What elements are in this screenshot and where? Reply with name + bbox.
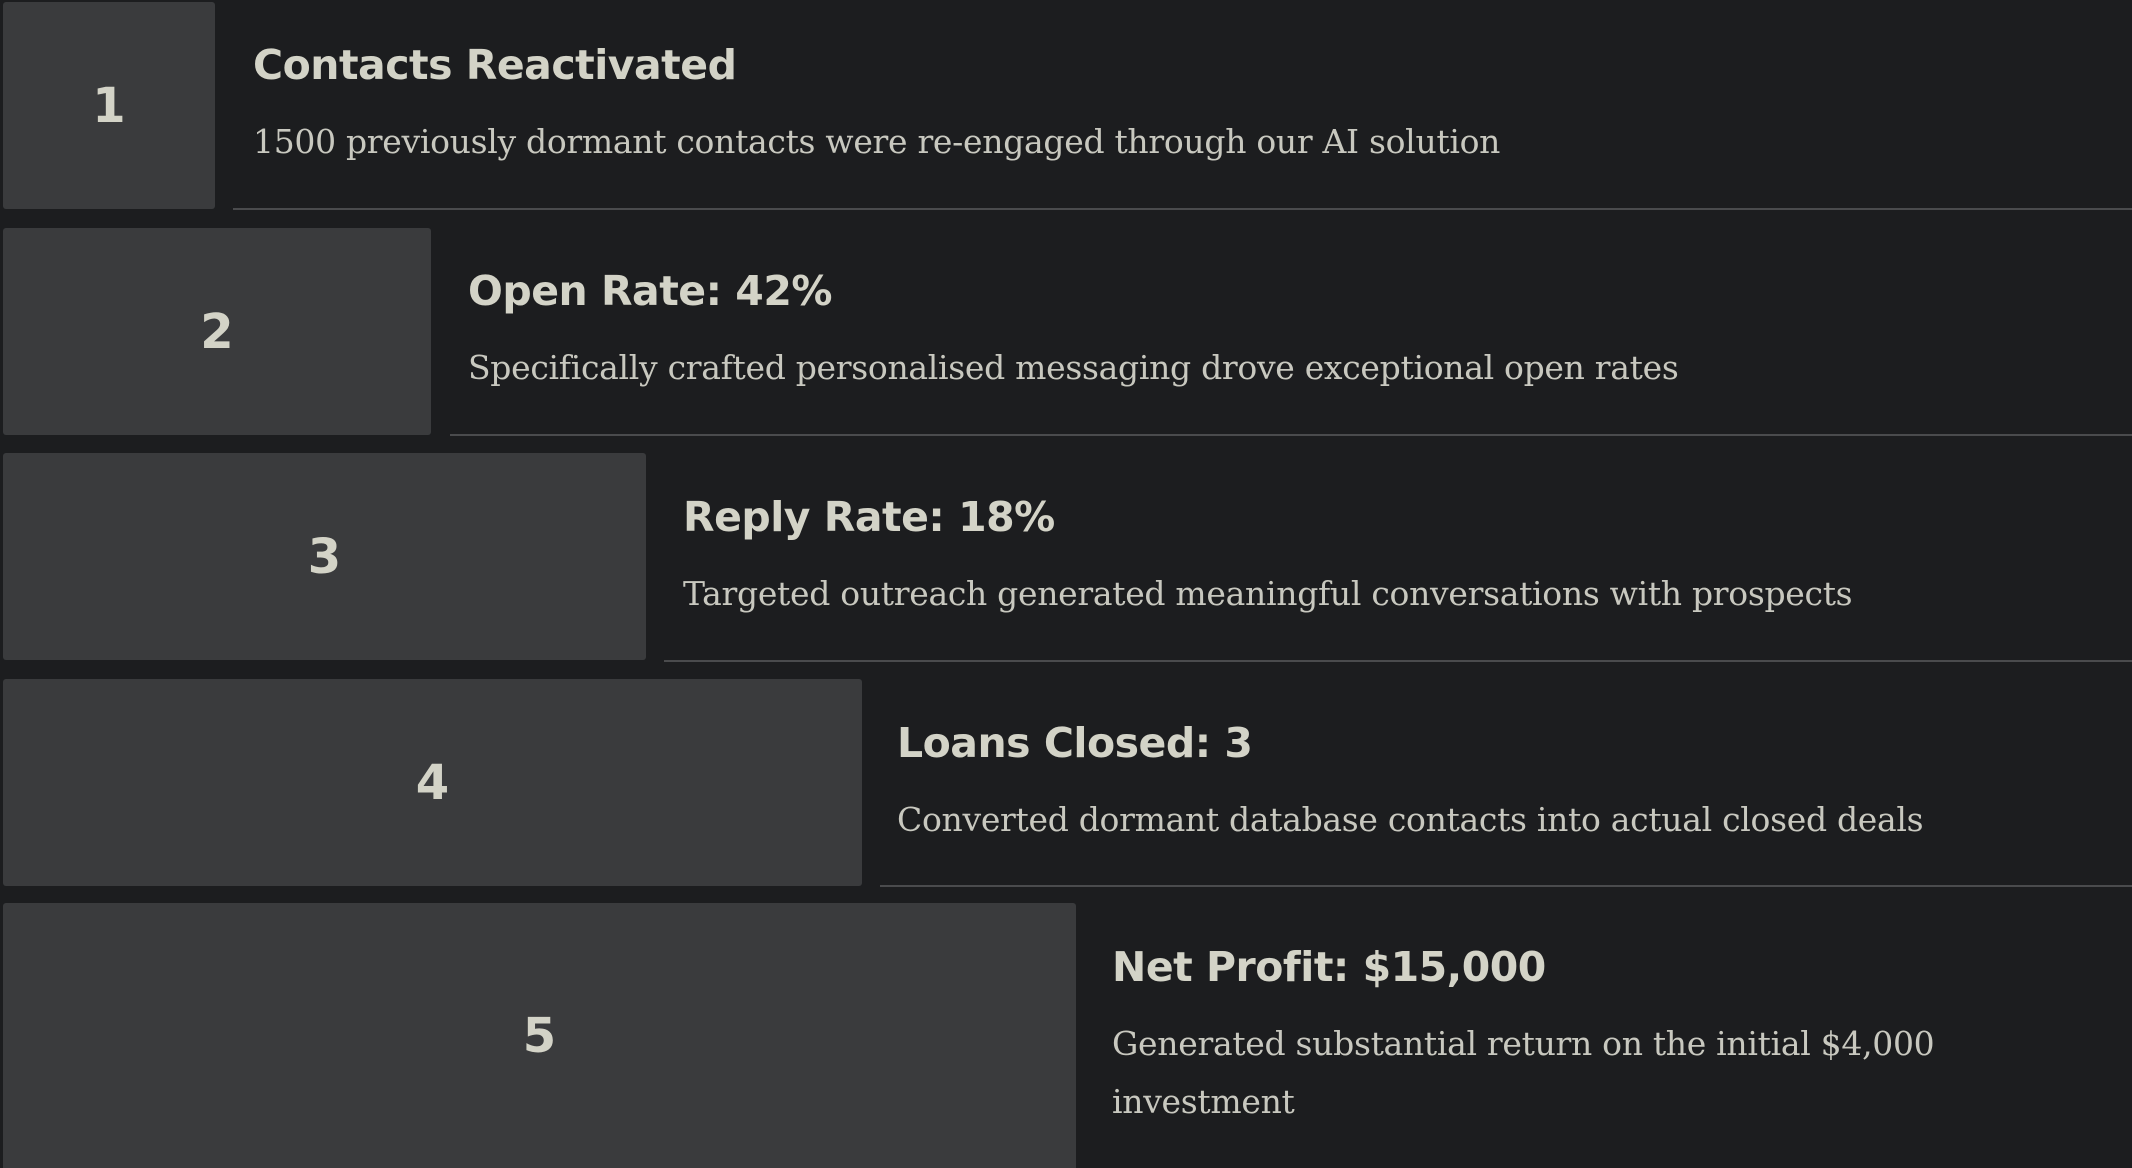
step-title: Reply Rate: 18% (683, 493, 1055, 541)
step-number-box: 1 (3, 2, 215, 209)
step-number: 1 (92, 77, 126, 134)
divider (880, 885, 2132, 887)
step-number-box: 5 (3, 903, 1076, 1168)
divider (450, 434, 2132, 436)
step-description: Specifically crafted personalised messag… (468, 348, 1679, 387)
step-number: 3 (307, 528, 342, 585)
divider (233, 208, 2132, 210)
step-title: Open Rate: 42% (468, 267, 832, 315)
step-title: Contacts Reactivated (253, 41, 737, 89)
step-description: 1500 previously dormant contacts were re… (253, 122, 1501, 161)
step-description: Targeted outreach generated meaningful c… (683, 574, 1853, 613)
step-description: Converted dormant database contacts into… (897, 800, 1924, 839)
step-number: 4 (415, 754, 450, 811)
step-number-box: 2 (3, 228, 431, 435)
step-title: Net Profit: $15,000 (1112, 943, 1546, 991)
step-number-box: 4 (3, 679, 862, 886)
step-number-box: 3 (3, 453, 646, 660)
step-description: Generated substantial return on the init… (1112, 1024, 1935, 1121)
step-number: 2 (200, 303, 234, 360)
step-number: 5 (522, 1007, 557, 1064)
stepped-results-list: 1 Contacts Reactivated 1500 previously d… (0, 0, 2132, 1168)
divider (664, 660, 2132, 662)
step-title: Loans Closed: 3 (897, 719, 1253, 767)
